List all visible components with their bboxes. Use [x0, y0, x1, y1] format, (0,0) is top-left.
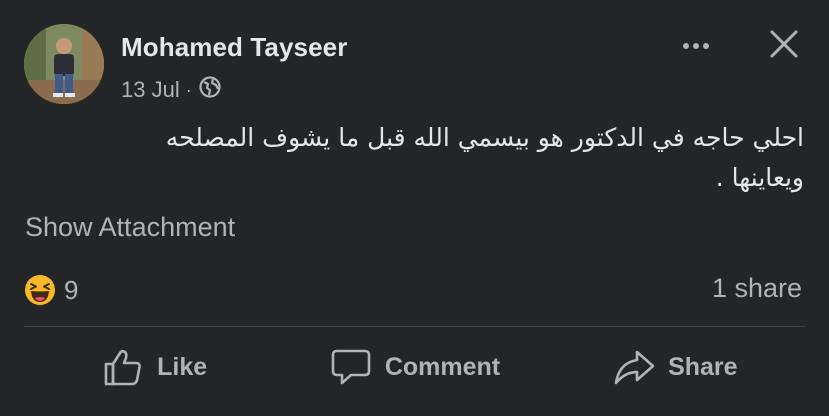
show-attachment-link[interactable]: Show Attachment — [25, 212, 235, 243]
post-date[interactable]: 13 Jul — [121, 77, 180, 103]
share-button[interactable]: Share — [545, 335, 805, 399]
like-button[interactable]: Like — [24, 335, 284, 399]
post-text: احلي حاجه في الدكتور هو بيسمي الله قبل م… — [165, 123, 804, 192]
comment-label: Comment — [384, 352, 501, 381]
action-bar: Like Comment Share — [24, 335, 805, 399]
like-label: Like — [157, 352, 208, 381]
haha-emoji-icon — [25, 275, 55, 305]
facebook-post-card: Mohamed Tayseer 13 Jul · احلي حاجه في ال… — [0, 0, 829, 416]
reactions-summary[interactable]: 9 — [24, 274, 78, 306]
share-arrow-icon — [614, 350, 655, 385]
meta-separator: · — [185, 79, 192, 100]
divider — [24, 326, 805, 327]
avatar-photo — [24, 24, 104, 104]
comment-button[interactable]: Comment — [284, 335, 544, 399]
comment-icon — [331, 349, 371, 385]
reaction-count: 9 — [64, 274, 79, 305]
globe-icon[interactable] — [198, 75, 222, 105]
more-options-button[interactable] — [676, 34, 716, 58]
more-horizontal-icon — [683, 43, 689, 49]
author-name[interactable]: Mohamed Tayseer — [121, 32, 347, 63]
share-label: Share — [668, 352, 738, 381]
close-button[interactable] — [764, 24, 804, 64]
thumbs-up-icon — [104, 349, 141, 386]
share-count[interactable]: 1 share — [712, 273, 802, 304]
close-icon — [770, 30, 798, 58]
post-meta: 13 Jul · — [121, 75, 222, 105]
avatar[interactable] — [24, 24, 104, 104]
